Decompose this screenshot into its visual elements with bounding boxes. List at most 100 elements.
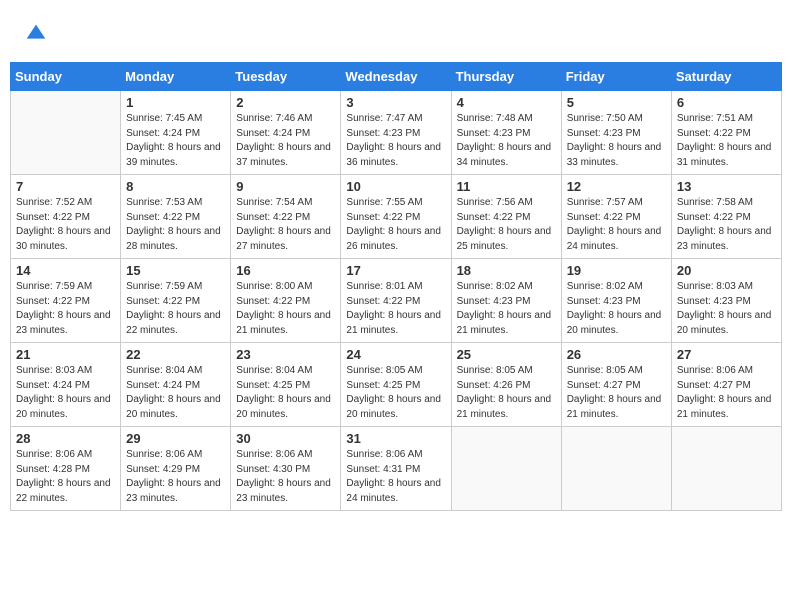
- calendar-cell: 4 Sunrise: 7:48 AMSunset: 4:23 PMDaylight…: [451, 91, 561, 175]
- day-number: 24: [346, 347, 445, 362]
- day-number: 14: [16, 263, 115, 278]
- day-number: 2: [236, 95, 335, 110]
- calendar-cell: 5 Sunrise: 7:50 AMSunset: 4:23 PMDaylight…: [561, 91, 671, 175]
- calendar-cell: 25 Sunrise: 8:05 AMSunset: 4:26 PMDayligh…: [451, 343, 561, 427]
- calendar-cell: 9 Sunrise: 7:54 AMSunset: 4:22 PMDaylight…: [231, 175, 341, 259]
- day-info: Sunrise: 7:47 AMSunset: 4:23 PMDaylight:…: [346, 112, 445, 170]
- page-header: [10, 10, 782, 58]
- day-info: Sunrise: 8:02 AMSunset: 4:23 PMDaylight:…: [457, 280, 556, 338]
- calendar-cell: 14 Sunrise: 7:59 AMSunset: 4:22 PMDayligh…: [11, 259, 121, 343]
- day-number: 6: [677, 95, 776, 110]
- day-info: Sunrise: 7:56 AMSunset: 4:22 PMDaylight:…: [457, 196, 556, 254]
- day-number: 26: [567, 347, 666, 362]
- calendar-cell: 2 Sunrise: 7:46 AMSunset: 4:24 PMDaylight…: [231, 91, 341, 175]
- calendar-cell: 26 Sunrise: 8:05 AMSunset: 4:27 PMDayligh…: [561, 343, 671, 427]
- calendar-cell: 30Sunrise: 8:06 AMSunset: 4:30 PMDayligh…: [231, 427, 341, 511]
- calendar-cell: 28 Sunrise: 8:06 AMSunset: 4:28 PMDayligh…: [11, 427, 121, 511]
- calendar-cell: 12 Sunrise: 7:57 AMSunset: 4:22 PMDayligh…: [561, 175, 671, 259]
- calendar-cell: 3 Sunrise: 7:47 AMSunset: 4:23 PMDaylight…: [341, 91, 451, 175]
- day-info: Sunrise: 7:53 AMSunset: 4:22 PMDaylight:…: [126, 196, 225, 254]
- day-info: Sunrise: 7:45 AMSunset: 4:24 PMDaylight:…: [126, 112, 225, 170]
- logo: [20, 20, 50, 53]
- calendar-cell: 1Sunrise: 7:45 AMSunset: 4:24 PMDaylight…: [121, 91, 231, 175]
- day-info: Sunrise: 7:55 AMSunset: 4:22 PMDaylight:…: [346, 196, 445, 254]
- day-number: 19: [567, 263, 666, 278]
- calendar-cell: 19 Sunrise: 8:02 AMSunset: 4:23 PMDayligh…: [561, 259, 671, 343]
- day-number: 11: [457, 179, 556, 194]
- logo-icon: [22, 20, 50, 48]
- day-number: 9: [236, 179, 335, 194]
- day-info: Sunrise: 8:06 AMSunset: 4:28 PMDaylight:…: [16, 448, 115, 506]
- calendar-cell: [451, 427, 561, 511]
- calendar-cell: [11, 91, 121, 175]
- day-info: Sunrise: 7:59 AMSunset: 4:22 PMDaylight:…: [126, 280, 225, 338]
- day-info: Sunrise: 8:03 AMSunset: 4:24 PMDaylight:…: [16, 364, 115, 422]
- calendar-cell: 8 Sunrise: 7:53 AMSunset: 4:22 PMDaylight…: [121, 175, 231, 259]
- weekday-header-tuesday: Tuesday: [231, 63, 341, 91]
- day-number: 25: [457, 347, 556, 362]
- day-number: 17: [346, 263, 445, 278]
- day-info: Sunrise: 7:48 AMSunset: 4:23 PMDaylight:…: [457, 112, 556, 170]
- day-info: Sunrise: 8:04 AMSunset: 4:25 PMDaylight:…: [236, 364, 335, 422]
- calendar-cell: 20 Sunrise: 8:03 AMSunset: 4:23 PMDayligh…: [671, 259, 781, 343]
- calendar-cell: 27 Sunrise: 8:06 AMSunset: 4:27 PMDayligh…: [671, 343, 781, 427]
- day-number: 15: [126, 263, 225, 278]
- day-number: 31: [346, 431, 445, 446]
- day-info: Sunrise: 7:52 AMSunset: 4:22 PMDaylight:…: [16, 196, 115, 254]
- calendar-cell: 11 Sunrise: 7:56 AMSunset: 4:22 PMDayligh…: [451, 175, 561, 259]
- calendar-cell: 17Sunrise: 8:01 AMSunset: 4:22 PMDayligh…: [341, 259, 451, 343]
- calendar-cell: 22Sunrise: 8:04 AMSunset: 4:24 PMDayligh…: [121, 343, 231, 427]
- calendar-cell: 15 Sunrise: 7:59 AMSunset: 4:22 PMDayligh…: [121, 259, 231, 343]
- day-number: 27: [677, 347, 776, 362]
- day-info: Sunrise: 7:51 AMSunset: 4:22 PMDaylight:…: [677, 112, 776, 170]
- calendar-cell: 16 Sunrise: 8:00 AMSunset: 4:22 PMDayligh…: [231, 259, 341, 343]
- day-number: 16: [236, 263, 335, 278]
- day-info: Sunrise: 8:06 AMSunset: 4:29 PMDaylight:…: [126, 448, 225, 506]
- calendar-week-1: 1Sunrise: 7:45 AMSunset: 4:24 PMDaylight…: [11, 91, 782, 175]
- day-number: 29: [126, 431, 225, 446]
- calendar-cell: 21 Sunrise: 8:03 AMSunset: 4:24 PMDayligh…: [11, 343, 121, 427]
- day-number: 10: [346, 179, 445, 194]
- day-info: Sunrise: 7:58 AMSunset: 4:22 PMDaylight:…: [677, 196, 776, 254]
- weekday-header-friday: Friday: [561, 63, 671, 91]
- day-info: Sunrise: 8:06 AMSunset: 4:27 PMDaylight:…: [677, 364, 776, 422]
- day-info: Sunrise: 7:57 AMSunset: 4:22 PMDaylight:…: [567, 196, 666, 254]
- day-info: Sunrise: 8:02 AMSunset: 4:23 PMDaylight:…: [567, 280, 666, 338]
- day-number: 3: [346, 95, 445, 110]
- day-info: Sunrise: 7:54 AMSunset: 4:22 PMDaylight:…: [236, 196, 335, 254]
- day-number: 21: [16, 347, 115, 362]
- day-info: Sunrise: 8:04 AMSunset: 4:24 PMDaylight:…: [126, 364, 225, 422]
- day-info: Sunrise: 7:46 AMSunset: 4:24 PMDaylight:…: [236, 112, 335, 170]
- day-number: 20: [677, 263, 776, 278]
- day-info: Sunrise: 8:05 AMSunset: 4:26 PMDaylight:…: [457, 364, 556, 422]
- day-number: 23: [236, 347, 335, 362]
- calendar-cell: 29 Sunrise: 8:06 AMSunset: 4:29 PMDayligh…: [121, 427, 231, 511]
- day-info: Sunrise: 8:00 AMSunset: 4:22 PMDaylight:…: [236, 280, 335, 338]
- day-number: 12: [567, 179, 666, 194]
- weekday-header-thursday: Thursday: [451, 63, 561, 91]
- day-info: Sunrise: 8:06 AMSunset: 4:30 PMDaylight:…: [236, 448, 335, 506]
- calendar-week-2: 7Sunrise: 7:52 AMSunset: 4:22 PMDaylight…: [11, 175, 782, 259]
- day-number: 28: [16, 431, 115, 446]
- day-info: Sunrise: 8:03 AMSunset: 4:23 PMDaylight:…: [677, 280, 776, 338]
- calendar-cell: 6 Sunrise: 7:51 AMSunset: 4:22 PMDaylight…: [671, 91, 781, 175]
- calendar-cell: 23 Sunrise: 8:04 AMSunset: 4:25 PMDayligh…: [231, 343, 341, 427]
- weekday-header-saturday: Saturday: [671, 63, 781, 91]
- day-number: 4: [457, 95, 556, 110]
- calendar-week-3: 14 Sunrise: 7:59 AMSunset: 4:22 PMDayligh…: [11, 259, 782, 343]
- calendar-table: SundayMondayTuesdayWednesdayThursdayFrid…: [10, 62, 782, 511]
- calendar-cell: 18 Sunrise: 8:02 AMSunset: 4:23 PMDayligh…: [451, 259, 561, 343]
- weekday-header-row: SundayMondayTuesdayWednesdayThursdayFrid…: [11, 63, 782, 91]
- day-number: 5: [567, 95, 666, 110]
- day-info: Sunrise: 7:50 AMSunset: 4:23 PMDaylight:…: [567, 112, 666, 170]
- weekday-header-sunday: Sunday: [11, 63, 121, 91]
- day-number: 13: [677, 179, 776, 194]
- day-number: 8: [126, 179, 225, 194]
- calendar-week-4: 21 Sunrise: 8:03 AMSunset: 4:24 PMDayligh…: [11, 343, 782, 427]
- calendar-cell: 7Sunrise: 7:52 AMSunset: 4:22 PMDaylight…: [11, 175, 121, 259]
- day-info: Sunrise: 7:59 AMSunset: 4:22 PMDaylight:…: [16, 280, 115, 338]
- day-info: Sunrise: 8:05 AMSunset: 4:27 PMDaylight:…: [567, 364, 666, 422]
- calendar-cell: 24Sunrise: 8:05 AMSunset: 4:25 PMDayligh…: [341, 343, 451, 427]
- day-number: 18: [457, 263, 556, 278]
- day-info: Sunrise: 8:06 AMSunset: 4:31 PMDaylight:…: [346, 448, 445, 506]
